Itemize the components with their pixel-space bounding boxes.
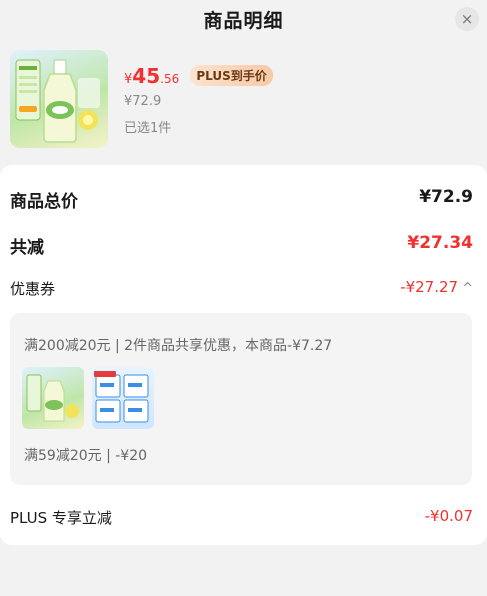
total-price-value: ¥72.9 <box>419 187 473 207</box>
plus-discount-row: PLUS 专享立减 -¥0.07 <box>0 507 487 537</box>
coupon-value-wrap: -¥27.27 ^ <box>400 278 473 296</box>
plus-discount-label: PLUS 专享立减 <box>10 509 112 527</box>
coupon-product-thumb-1[interactable] <box>22 367 84 429</box>
close-icon: × <box>460 10 474 28</box>
box-thumb-illustration <box>94 371 149 423</box>
plus-discount-value: -¥0.07 <box>424 507 473 525</box>
coupon-line-1: 满200减20元 | 2件商品共享优惠，本商品-¥7.27 <box>24 338 333 354</box>
price-line: ¥45.56 PLUS到手价 <box>124 64 273 92</box>
total-price-row: 商品总价 ¥72.9 <box>0 187 487 217</box>
price-integer: 45 <box>132 64 161 88</box>
coupon-label: 优惠券 <box>10 280 56 298</box>
coupon-row[interactable]: 优惠券 -¥27.27 ^ <box>0 278 487 308</box>
page-title: 商品明细 <box>203 10 284 32</box>
discount-row: 共减 ¥27.34 <box>0 233 487 263</box>
plus-price-badge: PLUS到手价 <box>190 65 273 86</box>
product-image <box>10 50 108 148</box>
coupon-product-thumb-2[interactable] <box>92 367 154 429</box>
coupon-detail-panel: 满200减20元 | 2件商品共享优惠，本商品-¥7.27 满59减20元 | … <box>10 313 472 485</box>
chevron-up-icon[interactable]: ^ <box>462 281 473 296</box>
coupon-line-2: 满59减20元 | -¥20 <box>24 448 148 464</box>
bottle-thumb-illustration <box>26 374 79 422</box>
product-bottle-illustration <box>15 59 100 143</box>
original-price: ¥72.9 <box>124 94 162 109</box>
discount-value: ¥27.34 <box>407 233 473 253</box>
price-breakdown-card: 商品总价 ¥72.9 共减 ¥27.34 优惠券 -¥27.27 ^ 满200减2… <box>0 165 487 545</box>
price-decimal: .56 <box>160 72 180 86</box>
header: 商品明细 × <box>0 0 487 40</box>
total-price-label: 商品总价 <box>10 192 78 212</box>
product-summary: ¥45.56 PLUS到手价 ¥72.9 已选1件 <box>10 50 480 150</box>
selected-count: 已选1件 <box>124 121 172 136</box>
close-button[interactable]: × <box>455 7 479 31</box>
coupon-value: -¥27.27 <box>400 278 459 296</box>
discount-label: 共减 <box>10 238 44 258</box>
